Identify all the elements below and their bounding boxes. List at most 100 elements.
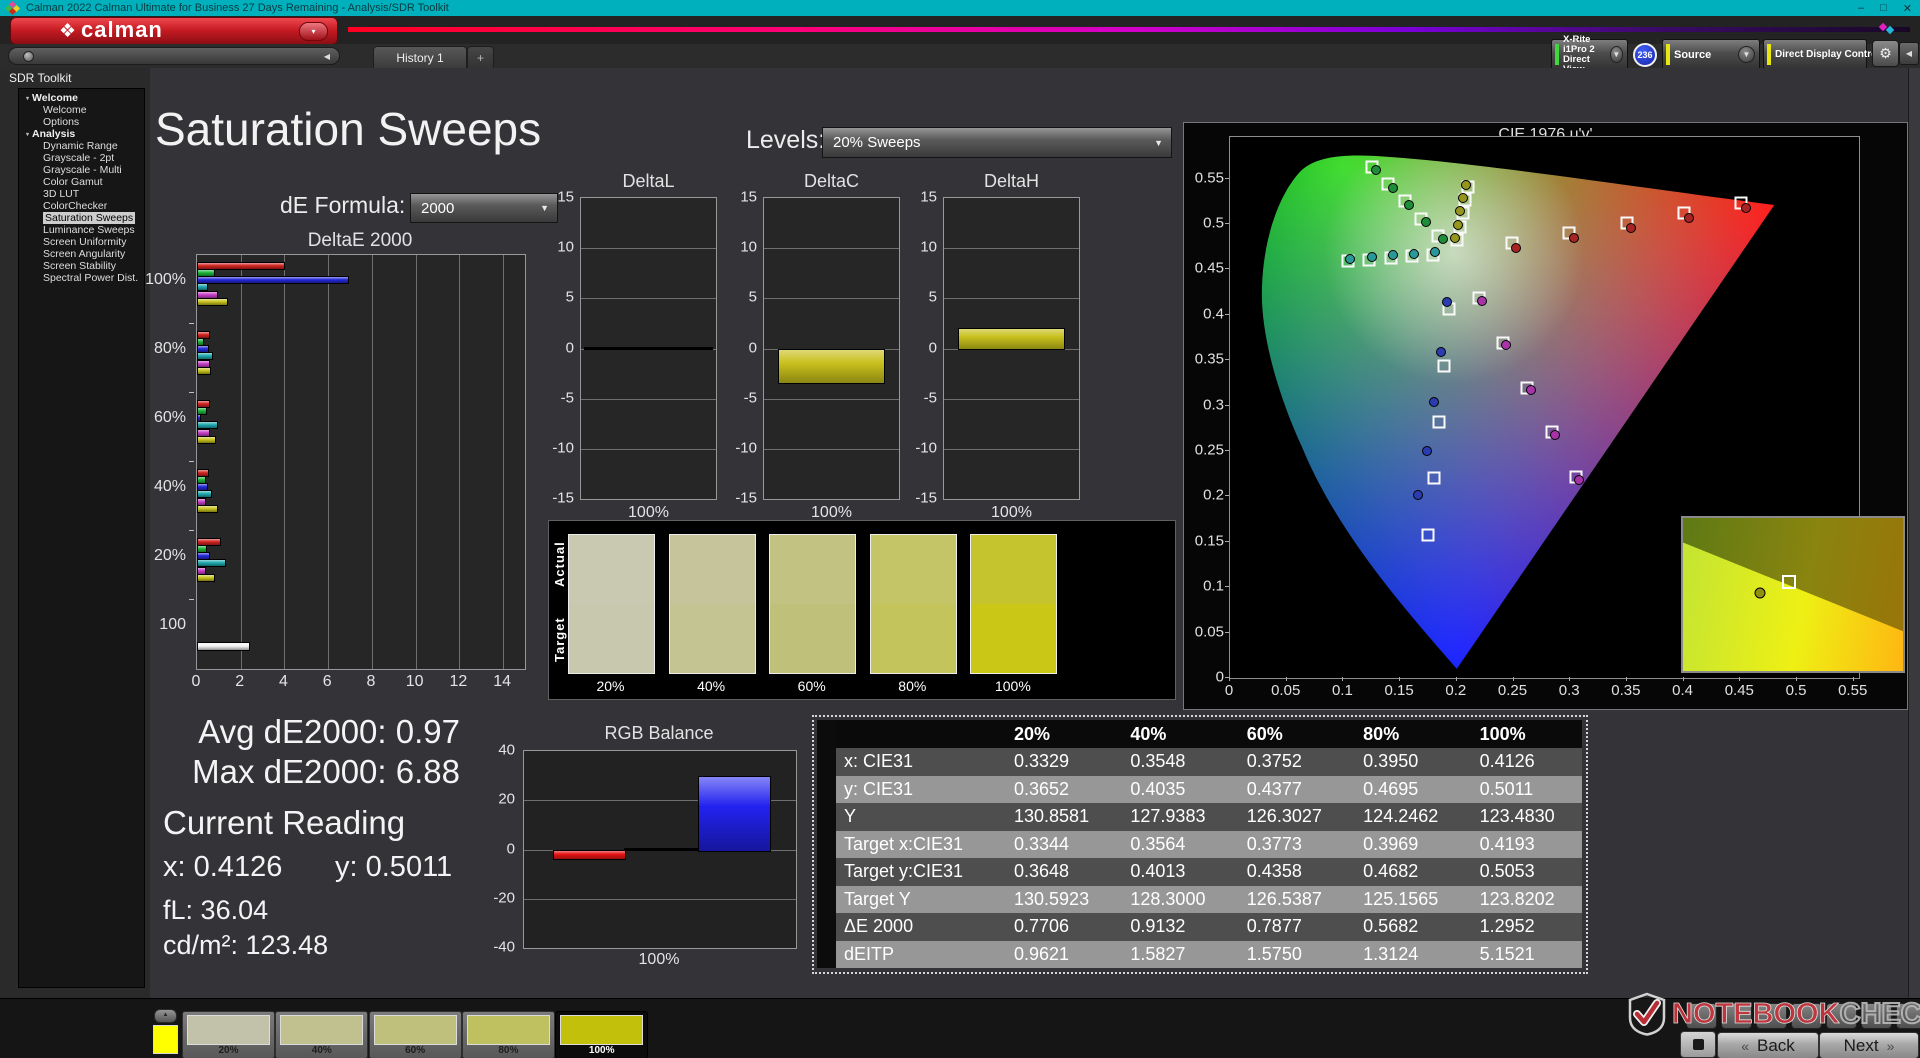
swatch-actual bbox=[770, 535, 855, 604]
sidebar-tree: ▾WelcomeWelcomeOptions▾AnalysisDynamic R… bbox=[18, 88, 145, 988]
inset-measured-dot bbox=[1755, 587, 1766, 598]
cie-target-square bbox=[1427, 472, 1440, 485]
calman-menu-button[interactable]: ❖ calman ▾ bbox=[10, 17, 338, 45]
add-tab-button[interactable]: + bbox=[467, 46, 494, 69]
sidebar-item-3d-lut[interactable]: 3D LUT bbox=[19, 188, 144, 200]
calman-window: Calman 2022 Calman Ultimate for Business… bbox=[0, 0, 1920, 1058]
swatch-20% bbox=[568, 534, 655, 674]
levels-value: 20% Sweeps bbox=[823, 134, 921, 151]
cie-diagram-panel: CIE 1976 u'v' bbox=[1183, 122, 1908, 710]
window-title: Calman 2022 Calman Ultimate for Business… bbox=[26, 2, 449, 14]
deltal-zero-bar bbox=[584, 347, 713, 350]
swatch-label-60%: 60% bbox=[768, 678, 855, 694]
patch-tile-20%[interactable]: 20% bbox=[182, 1011, 275, 1058]
cie-measured-dot bbox=[1684, 213, 1694, 223]
sidebar-item-color-gamut[interactable]: Color Gamut bbox=[19, 176, 144, 188]
collapse-left-panel-icon[interactable]: ◀ bbox=[324, 52, 330, 61]
settings-gear-button[interactable]: ⚙ bbox=[1872, 40, 1899, 67]
collapse-right-panel-button[interactable]: ◀ bbox=[1899, 42, 1919, 65]
sidebar-item-saturation-sweeps[interactable]: Saturation Sweeps bbox=[19, 212, 144, 224]
deltac-chart: DeltaC 151050-5-10-15 100% bbox=[733, 171, 901, 521]
de-formula-dropdown[interactable]: 2000 ▼ bbox=[410, 193, 558, 223]
swatch-label-20%: 20% bbox=[567, 678, 654, 694]
meter-dropdown-arrow-icon[interactable]: ▼ bbox=[1610, 46, 1623, 63]
table-header-cell: 100% bbox=[1465, 720, 1581, 748]
patch-tile-80%[interactable]: 80% bbox=[462, 1011, 555, 1058]
sidebar-item-screen-angularity[interactable]: Screen Angularity bbox=[19, 248, 144, 260]
deltae-bar bbox=[197, 367, 211, 375]
table-cell: 126.5387 bbox=[1232, 886, 1348, 914]
cie-measured-dot bbox=[1455, 206, 1465, 216]
cie-measured-dot bbox=[1501, 340, 1511, 350]
table-cell: 1.5827 bbox=[1115, 941, 1231, 969]
cie-measured-dot bbox=[1430, 247, 1440, 257]
display-control-dropdown[interactable]: Direct Display Control ▼ bbox=[1763, 39, 1867, 70]
patch-tile-40%[interactable]: 40% bbox=[275, 1011, 368, 1058]
calman-menu-arrow-icon[interactable]: ▾ bbox=[299, 22, 328, 41]
table-cell: 0.3329 bbox=[999, 748, 1115, 776]
source-dropdown-arrow-icon[interactable]: ▼ bbox=[1738, 46, 1755, 63]
sidebar-item-screen-stability[interactable]: Screen Stability bbox=[19, 260, 144, 272]
swatch-label-100%: 100% bbox=[969, 678, 1056, 694]
tab-history-1[interactable]: History 1 bbox=[373, 46, 467, 69]
next-arrow-icon: » bbox=[1887, 1038, 1895, 1054]
source-dropdown[interactable]: Source ▼ bbox=[1662, 39, 1760, 70]
patch-tile-swatch bbox=[467, 1015, 550, 1045]
minimize-button[interactable]: – bbox=[1858, 2, 1864, 14]
sidebar-item-welcome[interactable]: ▾Welcome bbox=[19, 92, 144, 104]
swatch-target bbox=[569, 604, 654, 673]
sidebar-panel-header[interactable]: ◀ bbox=[8, 47, 340, 65]
page-title: Saturation Sweeps bbox=[155, 102, 541, 156]
sidebar-item-spectral-power-dist-[interactable]: Spectral Power Dist. bbox=[19, 272, 144, 284]
levels-dropdown[interactable]: 20% Sweeps ▼ bbox=[822, 127, 1172, 158]
levels-dropdown-arrow-icon[interactable]: ▼ bbox=[1154, 138, 1163, 148]
reading-y: y: 0.5011 bbox=[335, 851, 452, 884]
table-header-cell: 80% bbox=[1348, 720, 1464, 748]
patch-tile-swatch bbox=[187, 1015, 270, 1045]
patch-tile-60%[interactable]: 60% bbox=[369, 1011, 462, 1058]
back-arrow-icon: « bbox=[1741, 1038, 1749, 1054]
sidebar-item-welcome[interactable]: Welcome bbox=[19, 104, 144, 116]
table-cell: 123.4830 bbox=[1465, 803, 1581, 831]
sidebar-item-options[interactable]: Options bbox=[19, 116, 144, 128]
watermark-check: CHECK bbox=[1840, 998, 1920, 1031]
collapse-patch-bar-button[interactable]: ▲ bbox=[154, 1009, 177, 1023]
table-row-label: Target y:CIE31 bbox=[836, 858, 999, 886]
table-cell: 0.4013 bbox=[1115, 858, 1231, 886]
cie-measured-dot bbox=[1442, 297, 1452, 307]
deltae-bar bbox=[197, 505, 218, 513]
sidebar-item-grayscale-2pt[interactable]: Grayscale - 2pt bbox=[19, 152, 144, 164]
cie-measured-dot bbox=[1461, 180, 1471, 190]
meter-dropdown[interactable]: X-Rite i1Pro 2 Direct View ▼ bbox=[1551, 39, 1628, 70]
sidebar-item-colorchecker[interactable]: ColorChecker bbox=[19, 200, 144, 212]
de-formula-label: dE Formula: bbox=[280, 192, 405, 219]
cie-target-square bbox=[1422, 528, 1435, 541]
patch-tile-label: 60% bbox=[370, 1045, 461, 1056]
de-formula-dropdown-arrow-icon[interactable]: ▼ bbox=[540, 203, 549, 213]
patch-tile-swatch bbox=[560, 1015, 643, 1045]
meter-status-stripe bbox=[1555, 44, 1559, 65]
current-patch-tile[interactable]: ▲ bbox=[152, 1009, 178, 1057]
sidebar-item-screen-uniformity[interactable]: Screen Uniformity bbox=[19, 236, 144, 248]
cie-measured-dot bbox=[1413, 490, 1423, 500]
deltal-chart: DeltaL 151050-5-10-15 100% bbox=[550, 171, 718, 521]
table-row-label: dEITP bbox=[836, 941, 999, 969]
swatch-actual bbox=[569, 535, 654, 604]
sidebar-item-luminance-sweeps[interactable]: Luminance Sweeps bbox=[19, 224, 144, 236]
sidebar-item-dynamic-range[interactable]: Dynamic Range bbox=[19, 140, 144, 152]
maximize-button[interactable]: □ bbox=[1880, 2, 1887, 14]
sidebar-item-analysis[interactable]: ▾Analysis bbox=[19, 128, 144, 140]
table-row-label: ΔE 2000 bbox=[836, 913, 999, 941]
patch-tile-100%[interactable]: 100% bbox=[555, 1011, 648, 1058]
table-cell: 0.3950 bbox=[1348, 748, 1464, 776]
patch-tile-label: 40% bbox=[276, 1045, 367, 1056]
sidebar-item-grayscale-multi[interactable]: Grayscale - Multi bbox=[19, 164, 144, 176]
patch-tile-swatch bbox=[374, 1015, 457, 1045]
table-cell: 1.3124 bbox=[1348, 941, 1464, 969]
deltae-bar-white bbox=[197, 642, 250, 651]
close-button[interactable]: ✕ bbox=[1903, 2, 1912, 15]
table-row: ΔE 20000.77060.91320.78770.56821.2952 bbox=[817, 913, 1582, 941]
cie-measured-dot bbox=[1436, 347, 1446, 357]
actual-row-label: Actual bbox=[552, 529, 567, 599]
table-row: Target y:CIE310.36480.40130.43580.46820.… bbox=[817, 858, 1582, 886]
